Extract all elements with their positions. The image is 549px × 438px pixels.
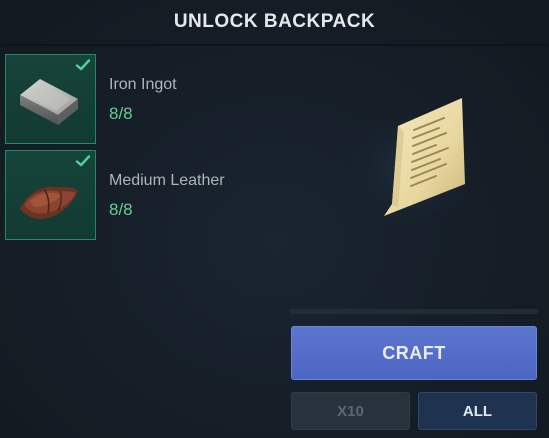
- ingredient-name: Iron Ingot: [109, 76, 177, 93]
- craft-x10-button[interactable]: X10: [291, 392, 410, 430]
- recipe-scroll-icon: [345, 94, 485, 226]
- craft-all-button[interactable]: ALL: [418, 392, 537, 430]
- iron-ingot-icon: [20, 79, 78, 125]
- title-divider: [0, 44, 549, 46]
- ingredient-count: 8/8: [109, 200, 133, 219]
- panel-title: UNLOCK BACKPACK: [173, 11, 376, 32]
- craft-progress-bar: [290, 309, 538, 314]
- ingredient-name: Medium Leather: [109, 172, 225, 189]
- craft-button[interactable]: CRAFT: [291, 326, 537, 380]
- ingredient-count: 8/8: [109, 104, 133, 123]
- crafting-panel: UNLOCK BACKPACK Iron Ingot 8/8 Medium Le…: [0, 0, 549, 438]
- leather-icon: [20, 186, 78, 219]
- ingredient-slot-medium-leather[interactable]: [5, 150, 96, 240]
- ingredient-slot-iron-ingot[interactable]: [5, 54, 96, 144]
